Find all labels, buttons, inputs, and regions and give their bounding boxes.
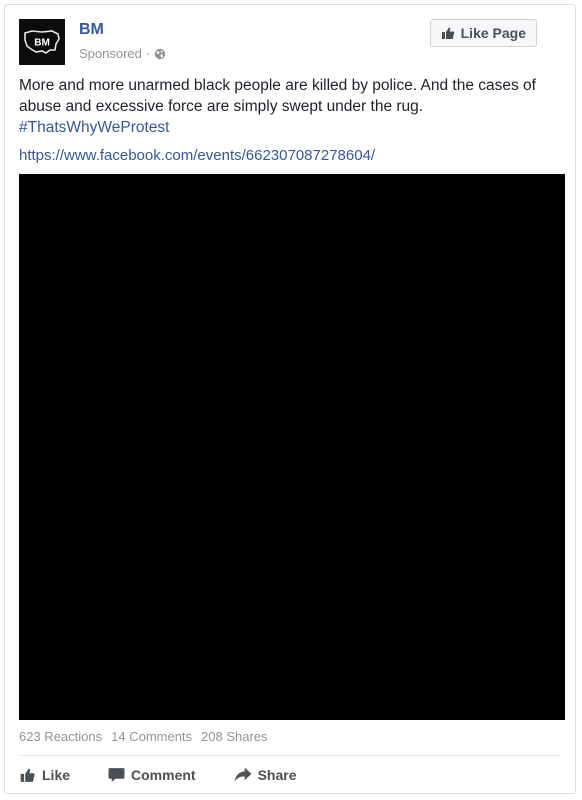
share-arrow-icon bbox=[234, 767, 252, 782]
like-page-button[interactable]: Like Page bbox=[429, 19, 537, 47]
comment-label: Comment bbox=[131, 767, 196, 783]
thumbs-up-icon bbox=[441, 27, 454, 39]
post-header: BM BM Sponsored · Like Page bbox=[19, 19, 563, 69]
post-media[interactable] bbox=[19, 174, 565, 720]
post-message: More and more unarmed black people are k… bbox=[19, 77, 536, 115]
sponsored-post-card: BM BM Sponsored · Like Page More and mor… bbox=[4, 4, 576, 794]
like-button[interactable]: Like bbox=[19, 767, 70, 783]
actions-divider bbox=[19, 755, 561, 756]
event-link[interactable]: https://www.facebook.com/events/66230708… bbox=[19, 147, 375, 164]
post-text-block: More and more unarmed black people are k… bbox=[19, 75, 559, 138]
thumbs-up-icon bbox=[20, 768, 35, 782]
comment-button[interactable]: Comment bbox=[108, 767, 196, 783]
post-actions: Like Comment Share bbox=[19, 763, 297, 787]
globe-icon[interactable] bbox=[154, 48, 166, 60]
us-map-logo-icon: BM bbox=[24, 30, 60, 54]
sponsored-meta: Sponsored · bbox=[79, 46, 166, 61]
sponsored-label: Sponsored bbox=[79, 46, 142, 61]
meta-separator: · bbox=[145, 46, 151, 61]
shares-count[interactable]: 208 Shares bbox=[201, 729, 268, 744]
comments-count[interactable]: 14 Comments bbox=[111, 729, 192, 744]
engagement-stats: 623 Reactions 14 Comments 208 Shares bbox=[19, 729, 268, 744]
comment-bubble-icon bbox=[108, 768, 125, 782]
page-avatar[interactable]: BM bbox=[19, 19, 65, 65]
share-label: Share bbox=[257, 767, 297, 783]
hashtag-link[interactable]: #ThatsWhyWeProtest bbox=[19, 119, 169, 136]
like-page-label: Like Page bbox=[460, 25, 526, 41]
share-button[interactable]: Share bbox=[234, 767, 297, 783]
like-label: Like bbox=[42, 767, 71, 783]
avatar-logo-text: BM bbox=[34, 38, 50, 49]
reactions-count[interactable]: 623 Reactions bbox=[19, 729, 102, 744]
page-name-link[interactable]: BM bbox=[79, 21, 104, 39]
